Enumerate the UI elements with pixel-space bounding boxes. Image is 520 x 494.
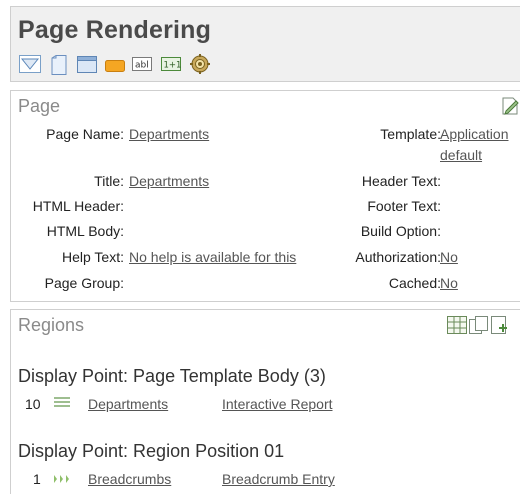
page-name-link[interactable]: Departments [129,126,209,142]
button-icon[interactable] [105,59,125,77]
copy-icon[interactable] [469,316,489,339]
gear-icon[interactable] [190,54,210,79]
page-section-title: Page [18,96,61,116]
title-link[interactable]: Departments [129,173,209,189]
header-text-label: Header Text: [361,173,441,189]
display-point-title: Display Point: Region Position 01 [18,441,285,461]
display-point-title: Display Point: Page Template Body (3) [18,366,326,386]
region-type-link[interactable]: Breadcrumb Entry [222,471,335,487]
grid-icon[interactable] [447,316,467,339]
help-text-link[interactable]: No help is available for this [129,249,296,265]
page-icon[interactable] [51,55,67,80]
title-label: Title: [94,173,124,189]
region-icon[interactable] [77,56,97,78]
page-name-label: Page Name: [46,126,124,142]
edit-icon[interactable] [501,96,520,121]
page-section: Page Page Name: Departments Title: Depar… [10,90,520,302]
region-link[interactable]: Breadcrumbs [88,471,171,487]
region-sequence: 10 [25,396,41,412]
help-text-label: Help Text: [62,249,124,265]
region-type-link[interactable]: Interactive Report [222,396,333,412]
html-body-label: HTML Body: [46,223,124,239]
breadcrumb-icon [53,472,71,488]
template-label: Template: [380,126,441,142]
cached-label: Cached: [388,275,441,291]
authorization-link[interactable]: No [440,249,458,265]
page-rendering-header: Page Rendering abl 1+1 [10,6,520,82]
list-icon [53,396,71,413]
template-link-line2[interactable]: default [440,147,482,163]
cached-link[interactable]: No [440,275,458,291]
region-link[interactable]: Departments [88,396,168,412]
add-icon[interactable] [491,316,511,339]
build-option-label: Build Option: [360,223,441,239]
regions-section: Regions Display Point: Page Template Bod… [10,309,520,494]
svg-text:1+1: 1+1 [164,61,182,71]
template-link[interactable]: Application [440,126,509,142]
footer-text-label: Footer Text: [367,198,441,214]
regions-section-title: Regions [18,315,85,335]
text-item-icon[interactable]: abl [132,57,152,76]
html-header-label: HTML Header: [32,198,124,214]
page-title: Page Rendering [18,16,212,44]
computation-icon[interactable]: 1+1 [161,57,181,76]
page-group-label: Page Group: [44,275,124,291]
authorization-label: Authorization: [355,249,441,265]
region-sequence: 1 [33,471,41,487]
svg-text:abl: abl [135,61,149,71]
triangle-down-icon[interactable] [19,55,41,78]
